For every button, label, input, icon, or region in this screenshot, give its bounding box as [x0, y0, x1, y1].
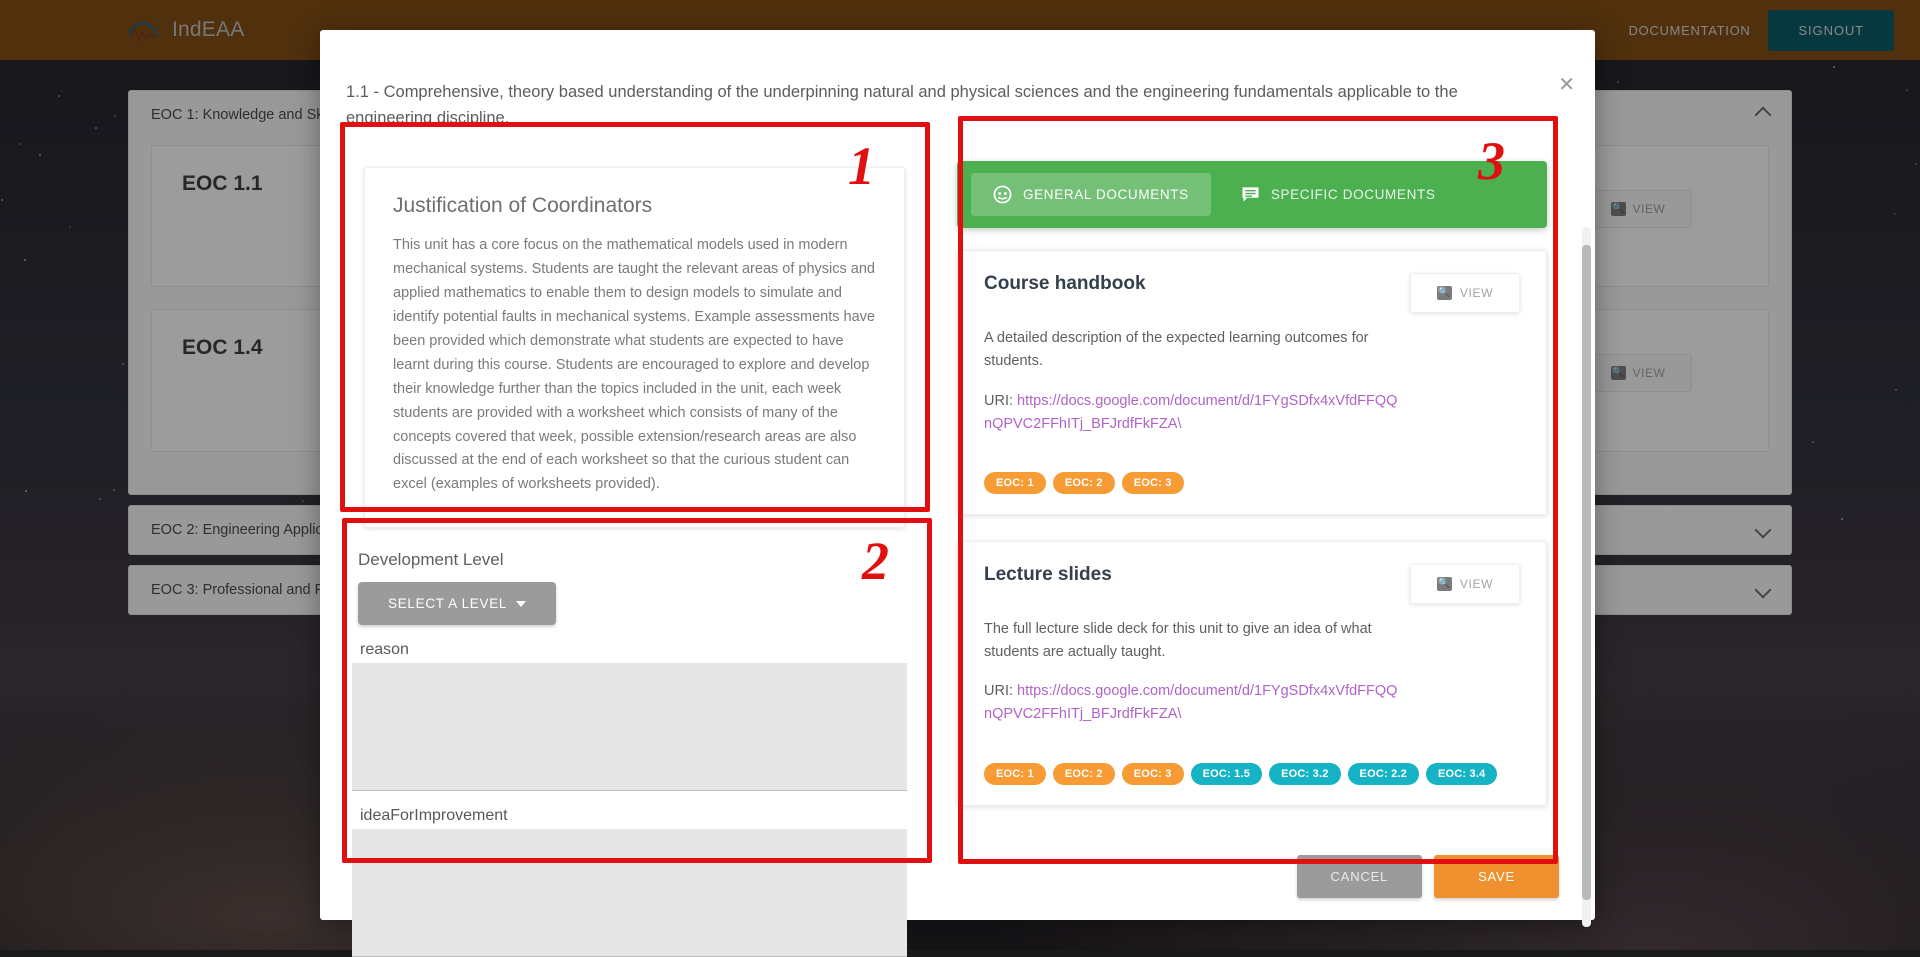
select-level-label: SELECT A LEVEL — [388, 596, 507, 611]
idea-for-improvement-label: ideaForImprovement — [360, 807, 907, 825]
documents-tab-bar: GENERAL DOCUMENTS SPECIFIC DOCUMENTS — [957, 161, 1547, 228]
tab-specific-documents-label: SPECIFIC DOCUMENTS — [1271, 187, 1436, 202]
badge: EOC: 3 — [1122, 763, 1184, 785]
document-view-button[interactable]: 🔍 VIEW — [1410, 273, 1520, 313]
modal-right-column: GENERAL DOCUMENTS SPECIFIC DOCUMENTS Cou… — [949, 149, 1575, 841]
justification-card: Justification of Coordinators This unit … — [364, 167, 905, 528]
idea-for-improvement-input[interactable] — [352, 829, 907, 957]
reason-label: reason — [360, 641, 907, 659]
chat-message-icon — [1241, 186, 1260, 203]
badge: EOC: 1 — [984, 472, 1046, 494]
eoc-detail-modal: ✕ 1.1 - Comprehensive, theory based unde… — [320, 30, 1595, 920]
document-card-header: Lecture slides 🔍 VIEW — [984, 564, 1520, 604]
document-uri-link[interactable]: https://docs.google.com/document/d/1FYgS… — [984, 393, 1397, 432]
magnifier-icon: 🔍 — [1437, 286, 1452, 300]
modal-title: 1.1 - Comprehensive, theory based unders… — [320, 30, 1595, 131]
caret-down-icon — [516, 601, 526, 607]
document-uri-row: URI: https://docs.google.com/document/d/… — [984, 680, 1404, 726]
document-view-label: VIEW — [1460, 577, 1493, 591]
document-title: Lecture slides — [984, 564, 1112, 586]
justification-body: This unit has a core focus on the mathem… — [393, 234, 876, 497]
modal-body: Justification of Coordinators This unit … — [320, 131, 1595, 841]
document-view-label: VIEW — [1460, 286, 1493, 300]
cancel-button[interactable]: CANCEL — [1297, 855, 1423, 898]
save-button[interactable]: SAVE — [1434, 855, 1559, 898]
document-uri-prefix: URI: — [984, 393, 1013, 409]
development-level-section: Development Level SELECT A LEVEL reason … — [342, 544, 927, 957]
modal-scrollbar-thumb[interactable] — [1582, 245, 1591, 900]
document-uri-prefix: URI: — [984, 683, 1013, 699]
badge: EOC: 2 — [1053, 763, 1115, 785]
badge: EOC: 1.5 — [1191, 763, 1262, 785]
tab-general-documents-label: GENERAL DOCUMENTS — [1023, 187, 1189, 202]
document-card-header: Course handbook 🔍 VIEW — [984, 273, 1520, 313]
tab-general-documents[interactable]: GENERAL DOCUMENTS — [971, 173, 1211, 216]
badge: EOC: 3 — [1122, 472, 1184, 494]
development-level-label: Development Level — [358, 550, 907, 570]
modal-scrollbar[interactable] — [1582, 227, 1591, 927]
face-circle-icon — [993, 185, 1012, 204]
select-level-button[interactable]: SELECT A LEVEL — [358, 582, 556, 625]
document-view-button[interactable]: 🔍 VIEW — [1410, 564, 1520, 604]
document-badges: EOC: 1 EOC: 2 EOC: 3 — [984, 472, 1520, 494]
modal-left-column: Justification of Coordinators This unit … — [342, 149, 927, 841]
badge: EOC: 3.2 — [1269, 763, 1340, 785]
justification-heading: Justification of Coordinators — [393, 194, 876, 218]
reason-input[interactable] — [352, 663, 907, 791]
magnifier-icon: 🔍 — [1437, 577, 1452, 591]
badge: EOC: 2.2 — [1348, 763, 1419, 785]
badge: EOC: 2 — [1053, 472, 1115, 494]
close-icon[interactable]: ✕ — [1558, 75, 1575, 95]
tab-specific-documents[interactable]: SPECIFIC DOCUMENTS — [1219, 174, 1458, 215]
document-uri-row: URI: https://docs.google.com/document/d/… — [984, 390, 1404, 436]
document-description: A detailed description of the expected l… — [984, 327, 1404, 373]
document-badges: EOC: 1 EOC: 2 EOC: 3 EOC: 1.5 EOC: 3.2 E… — [984, 763, 1520, 785]
document-card-lecture-slides: Lecture slides 🔍 VIEW The full lecture s… — [957, 541, 1547, 806]
document-uri-link[interactable]: https://docs.google.com/document/d/1FYgS… — [984, 683, 1397, 722]
badge: EOC: 1 — [984, 763, 1046, 785]
document-card-course-handbook: Course handbook 🔍 VIEW A detailed descri… — [957, 250, 1547, 515]
badge: EOC: 3.4 — [1426, 763, 1497, 785]
document-title: Course handbook — [984, 273, 1146, 295]
document-description: The full lecture slide deck for this uni… — [984, 618, 1404, 664]
